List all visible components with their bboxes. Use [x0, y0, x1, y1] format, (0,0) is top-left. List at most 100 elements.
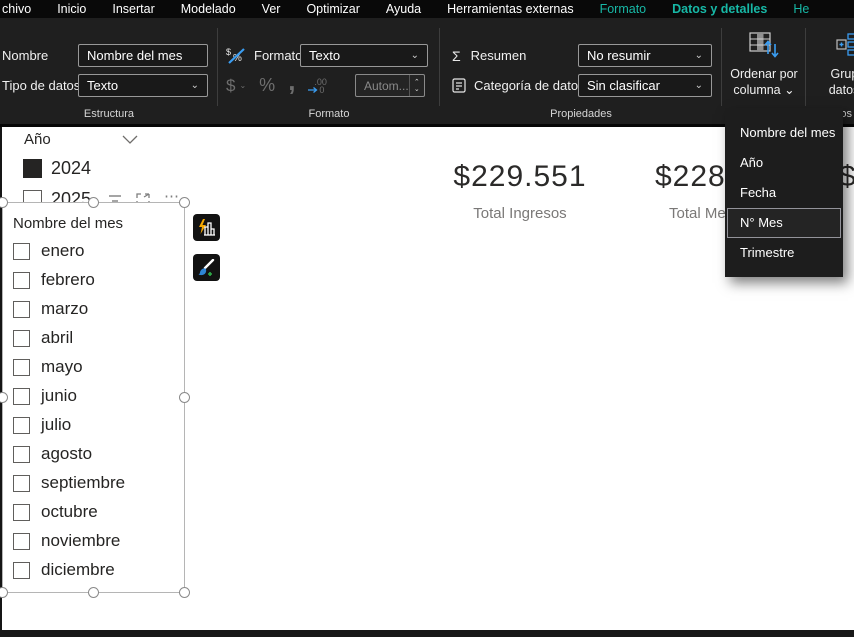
- month-label: junio: [41, 386, 77, 406]
- menu-herramientas-externas[interactable]: Herramientas externas: [434, 2, 586, 16]
- menu-formato-tab[interactable]: Formato: [587, 2, 660, 16]
- month-option-abril[interactable]: abril: [13, 328, 180, 348]
- menu-archivo[interactable]: chivo: [0, 2, 44, 16]
- resize-handle[interactable]: [0, 392, 8, 403]
- column-name-value: Nombre del mes: [87, 48, 182, 63]
- card-total-ingresos[interactable]: $229.551 Total Ingresos: [430, 160, 610, 222]
- checkbox-unchecked-icon[interactable]: [13, 446, 30, 463]
- resize-handle[interactable]: [0, 197, 8, 208]
- menu-ver[interactable]: Ver: [249, 2, 294, 16]
- month-label: noviembre: [41, 531, 120, 551]
- menu-optimizar[interactable]: Optimizar: [293, 2, 372, 16]
- sigma-icon: Σ: [452, 48, 461, 64]
- chevron-down-icon[interactable]: [122, 135, 138, 144]
- checkbox-unchecked-icon[interactable]: [13, 359, 30, 376]
- checkbox-unchecked-icon[interactable]: [13, 533, 30, 550]
- resize-handle[interactable]: [88, 197, 99, 208]
- checkbox-unchecked-icon[interactable]: [13, 388, 30, 405]
- resize-handle[interactable]: [0, 587, 8, 598]
- percent-format-button[interactable]: %: [259, 75, 275, 96]
- month-label: mayo: [41, 357, 83, 377]
- month-option-enero[interactable]: enero: [13, 241, 180, 261]
- data-category-select[interactable]: Sin clasificar ⌄: [578, 74, 712, 97]
- sort-option-trimestre[interactable]: Trimestre: [727, 238, 841, 268]
- sort-by-column-label-1: Ordenar por: [730, 67, 797, 81]
- month-option-octubre[interactable]: octubre: [13, 502, 180, 522]
- month-option-marzo[interactable]: marzo: [13, 299, 180, 319]
- column-name-input[interactable]: Nombre del mes: [78, 44, 208, 67]
- menu-herramientas-tab-cut[interactable]: He: [780, 2, 822, 16]
- checkbox-checked-icon[interactable]: [23, 159, 42, 178]
- data-category-icon: [452, 78, 466, 93]
- checkbox-unchecked-icon[interactable]: [13, 301, 30, 318]
- chevron-down-icon: ⌄: [689, 80, 703, 91]
- sort-option-n-mes[interactable]: N° Mes: [727, 208, 841, 238]
- formato-group-label: Formato: [218, 108, 440, 120]
- currency-format-button[interactable]: $ ⌄: [226, 76, 246, 96]
- data-type-value: Texto: [87, 78, 118, 93]
- summarize-select[interactable]: No resumir ⌄: [578, 44, 712, 67]
- sort-option-nombre-del-mes[interactable]: Nombre del mes: [727, 117, 841, 147]
- menu-insertar[interactable]: Insertar: [99, 2, 167, 16]
- sort-by-column-label-2: columna ⌄: [733, 83, 794, 97]
- sort-by-column-icon: [749, 32, 779, 58]
- checkbox-unchecked-icon[interactable]: [13, 330, 30, 347]
- auto-chart-suggestion-button[interactable]: [193, 214, 220, 241]
- data-groups-label-2: datos ⌄: [829, 83, 854, 97]
- resize-handle[interactable]: [179, 197, 190, 208]
- formato-label: Formato: [254, 48, 302, 63]
- decimal-places-icon[interactable]: .00 0: [308, 78, 327, 94]
- menu-ayuda[interactable]: Ayuda: [373, 2, 434, 16]
- month-label: julio: [41, 415, 71, 435]
- month-option-agosto[interactable]: agosto: [13, 444, 180, 464]
- checkbox-unchecked-icon[interactable]: [13, 243, 30, 260]
- resize-handle[interactable]: [88, 587, 99, 598]
- month-option-diciembre[interactable]: diciembre: [13, 560, 180, 580]
- decimal-top-glyph: .00: [308, 78, 327, 86]
- month-label: marzo: [41, 299, 88, 319]
- resize-handle[interactable]: [179, 587, 190, 598]
- menu-bar: chivo Inicio Insertar Modelado Ver Optim…: [0, 0, 854, 18]
- month-label: enero: [41, 241, 84, 261]
- data-groups-button[interactable]: Grupos datos ⌄: [806, 32, 854, 98]
- month-option-mayo[interactable]: mayo: [13, 357, 180, 377]
- month-option-febrero[interactable]: febrero: [13, 270, 180, 290]
- checkbox-unchecked-icon[interactable]: [13, 417, 30, 434]
- month-option-julio[interactable]: julio: [13, 415, 180, 435]
- more-options-icon[interactable]: ⋯: [164, 192, 179, 202]
- sort-by-column-button[interactable]: Ordenar por columna ⌄: [722, 32, 806, 98]
- month-slicer[interactable]: Nombre del mes enero febrero marzo abril…: [2, 202, 185, 593]
- month-label: octubre: [41, 502, 98, 522]
- checkbox-unchecked-icon[interactable]: [13, 475, 30, 492]
- checkbox-unchecked-icon[interactable]: [13, 504, 30, 521]
- data-type-select[interactable]: Texto ⌄: [78, 74, 208, 97]
- month-option-junio[interactable]: junio: [13, 386, 180, 406]
- thousands-separator-button[interactable]: ,: [288, 76, 295, 86]
- checkbox-unchecked-icon[interactable]: [13, 272, 30, 289]
- month-label: diciembre: [41, 560, 115, 580]
- format-select[interactable]: Texto ⌄: [300, 44, 428, 67]
- chevron-up-icon: ⌃: [414, 79, 420, 86]
- blue-arrow-icon: [308, 86, 319, 94]
- menu-datos-y-detalles-tab[interactable]: Datos y detalles: [659, 2, 780, 16]
- paintbrush-plus-icon: [197, 259, 216, 277]
- spinner-arrows[interactable]: ⌃⌄: [409, 75, 424, 96]
- year-option-2024[interactable]: 2024: [16, 158, 138, 179]
- sort-option-ano[interactable]: Año: [727, 147, 841, 177]
- month-label: febrero: [41, 270, 95, 290]
- menu-modelado[interactable]: Modelado: [168, 2, 249, 16]
- card-value: $229.551: [430, 160, 610, 194]
- data-groups-icon: [836, 32, 854, 58]
- month-option-noviembre[interactable]: noviembre: [13, 531, 180, 551]
- resize-handle[interactable]: [179, 392, 190, 403]
- year-slicer-title: Año: [24, 131, 51, 148]
- propiedades-group-label: Propiedades: [440, 108, 722, 120]
- decimal-count-spinner[interactable]: Autom... ⌃⌄: [355, 74, 425, 97]
- card-label: Total Ingresos: [430, 205, 610, 222]
- menu-inicio[interactable]: Inicio: [44, 2, 99, 16]
- checkbox-unchecked-icon[interactable]: [13, 562, 30, 579]
- sort-option-fecha[interactable]: Fecha: [727, 177, 841, 207]
- format-visual-button[interactable]: [193, 254, 220, 281]
- month-option-septiembre[interactable]: septiembre: [13, 473, 180, 493]
- month-label: agosto: [41, 444, 92, 464]
